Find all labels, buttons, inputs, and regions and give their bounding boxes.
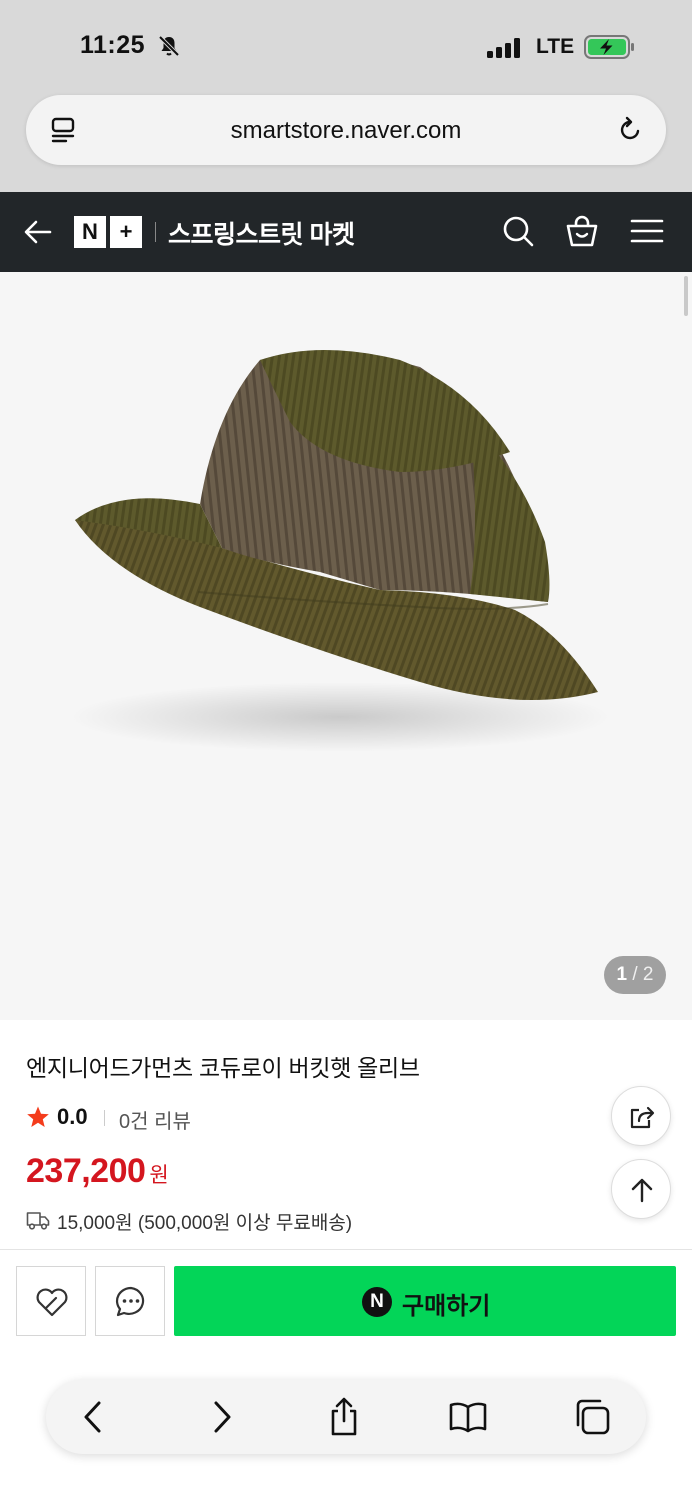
browser-tabs-button[interactable]: [572, 1397, 612, 1437]
image-counter: 1 / 2: [604, 956, 666, 994]
cart-icon[interactable]: [565, 214, 599, 248]
network-type: LTE: [536, 35, 575, 58]
back-arrow-icon[interactable]: [22, 216, 54, 248]
image-counter-separator: /: [632, 964, 638, 985]
scroll-to-top-button[interactable]: [611, 1159, 671, 1219]
chevron-right-icon: [214, 1401, 231, 1433]
url-text[interactable]: smartstore.naver.com: [26, 117, 666, 145]
price-row: 237,200 원: [26, 1152, 169, 1191]
shipping-info: 15,000원 (500,000원 이상 무료배송): [57, 1213, 353, 1234]
purchase-bar: N 구매하기: [0, 1249, 692, 1500]
delivery-truck-icon: [26, 1212, 50, 1230]
safari-toolbar: [46, 1380, 646, 1454]
purchase-button[interactable]: N 구매하기: [174, 1266, 676, 1336]
status-bar: 11:25 LTE: [0, 0, 692, 95]
battery-charging-icon: [584, 35, 634, 59]
browser-address-bar: smartstore.naver.com: [0, 95, 692, 192]
hamburger-menu-icon[interactable]: [630, 214, 664, 248]
store-header: N + 스프링스트릿 마켓: [0, 192, 692, 272]
browser-back-button[interactable]: [74, 1397, 114, 1437]
product-photo-bucket-hat: [0, 272, 692, 1020]
star-icon: [27, 1106, 49, 1127]
browser-forward-button[interactable]: [201, 1397, 241, 1437]
image-counter-current: 1: [616, 964, 628, 985]
page-scrollbar[interactable]: [684, 276, 688, 316]
status-time: 11:25: [80, 31, 146, 59]
price-unit: 원: [149, 1164, 169, 1187]
share-icon: [630, 1106, 655, 1129]
talk-talk-button[interactable]: [95, 1266, 165, 1336]
price-value: 237,200: [26, 1152, 146, 1190]
talk-bubble-icon: [115, 1286, 145, 1317]
wishlist-button[interactable]: [16, 1266, 86, 1336]
naver-pay-badge: N: [362, 1287, 392, 1317]
bell-slash-icon: [158, 35, 180, 57]
naver-plus-logo[interactable]: N +: [74, 216, 142, 248]
heart-icon: [36, 1288, 68, 1317]
purchase-label: 구매하기: [402, 1293, 491, 1320]
image-counter-total: 2: [642, 964, 654, 985]
rating-value: 0.0: [57, 1104, 88, 1129]
rating-divider: [104, 1110, 105, 1126]
tabs-icon: [576, 1399, 610, 1435]
store-name[interactable]: 스프링스트릿 마켓: [168, 215, 355, 251]
share-icon: [331, 1397, 357, 1436]
review-count-link[interactable]: 0건 리뷰: [119, 1105, 191, 1134]
book-icon: [449, 1402, 487, 1433]
chevron-left-icon: [84, 1401, 101, 1433]
cellular-signal-icon: [487, 38, 520, 58]
browser-bookmarks-button[interactable]: [448, 1397, 488, 1437]
header-divider: [155, 222, 156, 242]
product-title: 엔지니어드가먼츠 코듀로이 버킷햇 올리브: [26, 1055, 420, 1081]
search-icon[interactable]: [501, 214, 535, 248]
share-button[interactable]: [611, 1086, 671, 1146]
url-field[interactable]: smartstore.naver.com: [26, 95, 666, 165]
logo-n: N: [74, 216, 106, 248]
reload-icon[interactable]: [616, 116, 644, 144]
logo-plus: +: [110, 216, 142, 248]
browser-share-button[interactable]: [324, 1397, 364, 1437]
product-image-gallery[interactable]: 1 / 2: [0, 272, 692, 1020]
arrow-up-icon: [631, 1178, 653, 1203]
